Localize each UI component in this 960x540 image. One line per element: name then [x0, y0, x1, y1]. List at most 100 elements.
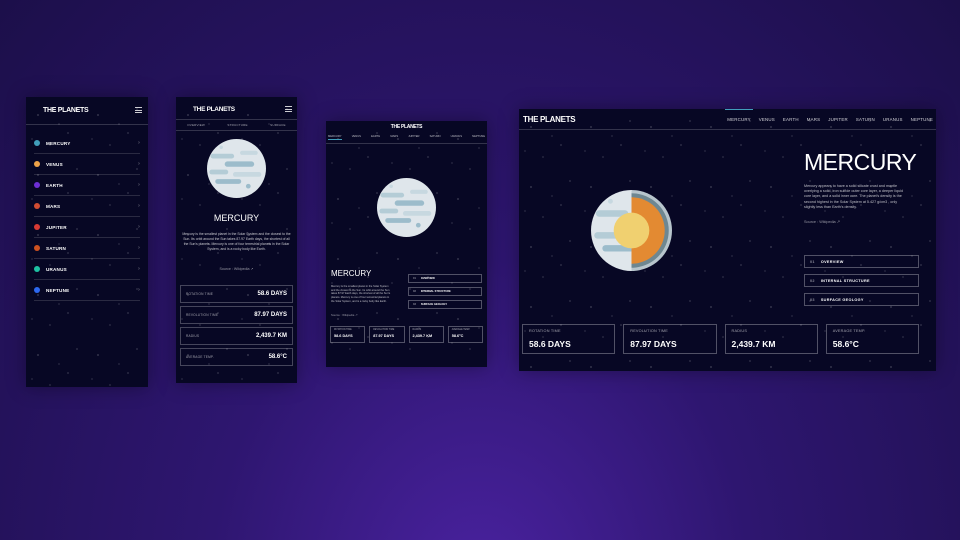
menu-item-earth[interactable]: EARTH › [34, 175, 140, 196]
nav-jupiter[interactable]: JUPITER [828, 117, 848, 122]
tablet-screen: THE PLANETS MERCURY VENUS EARTH MARS JUP… [326, 121, 487, 367]
stat-value: 58.6°C [268, 354, 287, 360]
menu-item-label: MERCURY [46, 140, 71, 146]
planet-dot-icon [34, 182, 40, 188]
menu-item-label: URANUS [46, 266, 67, 272]
planet-dot-icon [34, 161, 40, 167]
source-link[interactable]: Source : Wikipedia ↗ [176, 267, 297, 271]
stat-label: REVOLUTION TIME [630, 329, 668, 333]
app-logo[interactable]: THE PLANETS [193, 106, 235, 113]
stat-rotation: ROTATION TIME 58.6 DAYS [522, 324, 616, 354]
surface-geology-button[interactable]: 03 SURFACE GEOLOGY [408, 300, 482, 309]
nav-mars[interactable]: MARS [807, 117, 821, 122]
nav-venus[interactable]: VENUS [759, 117, 775, 122]
chevron-right-icon: › [138, 287, 140, 293]
chevron-right-icon: › [138, 266, 140, 272]
planet-dot-icon [34, 287, 40, 293]
button-label: INTERNAL STRUCTURE [820, 278, 870, 283]
menu-item-uranus[interactable]: URANUS › [34, 259, 140, 280]
source-link[interactable]: Source : Wikipedia ↗ [804, 219, 840, 224]
stat-label: RADIUS [412, 329, 422, 331]
nav-neptune[interactable]: NEPTUNE [911, 117, 933, 122]
stat-label: RADIUS [731, 329, 748, 333]
nav-uranus[interactable]: URANUS [883, 117, 903, 122]
nav-uranus[interactable]: URANUS [451, 135, 462, 140]
external-link-icon: ↗ [355, 313, 358, 317]
stat-radius: RADIUS 2,439.7 KM [408, 326, 444, 343]
mobile-menu-screen: THE PLANETS MERCURY › VENUS › EARTH › MA… [26, 97, 148, 387]
stat-value: 87.97 DAYS [630, 339, 677, 349]
menu-item-label: MARS [46, 203, 61, 209]
planet-dot-icon [34, 203, 40, 209]
planet-name: MERCURY [213, 213, 260, 223]
chevron-right-icon: › [138, 161, 140, 167]
app-logo[interactable]: THE PLANETS [43, 107, 89, 114]
app-logo[interactable]: THE PLANETS [326, 124, 487, 130]
stats-list: ROTATION TIME 58.6 DAYS REVOLUTION TIME 87… [180, 285, 293, 369]
stat-value: 87.97 DAYS [254, 312, 287, 318]
stat-temperature: AVERAGE TEMP. 58.6°C [180, 348, 293, 366]
nav-neptune[interactable]: NEPTUNE [472, 135, 485, 140]
planet-dot-icon [34, 266, 40, 272]
planet-internal-structure-image [591, 190, 672, 271]
nav-saturn[interactable]: SATURN [856, 117, 875, 122]
chevron-right-icon: › [138, 224, 140, 230]
source-link[interactable]: Source : Wikipedia ↗ [331, 313, 357, 317]
overview-button[interactable]: 01 OVERVIEW [408, 274, 482, 283]
tab-structure[interactable]: STRUCTURE [227, 123, 247, 127]
button-label: INTERNAL STRUCTURE [420, 290, 451, 293]
hamburger-icon[interactable] [135, 107, 142, 115]
mobile-tabs: OVERVIEW STRUCTURE SURFACE [176, 123, 297, 127]
stat-radius: RADIUS 2,439.7 KM [180, 327, 293, 345]
source-label: Source : Wikipedia [331, 313, 355, 317]
planet-dot-icon [34, 224, 40, 230]
hamburger-icon[interactable] [285, 106, 292, 114]
mobile-detail-screen: THE PLANETS OVERVIEW STRUCTURE SURFACE M… [176, 97, 297, 383]
button-number: 03 [413, 303, 416, 306]
stat-value: 2,439.7 KM [412, 334, 433, 338]
internal-structure-button[interactable]: 02 INTERNAL STRUCTURE [804, 274, 919, 287]
planet-description: Mercury is the smallest planet in the So… [182, 232, 291, 251]
menu-item-mercury[interactable]: MERCURY › [34, 133, 140, 154]
nav-earth[interactable]: EARTH [371, 135, 380, 140]
menu-item-saturn[interactable]: SATURN › [34, 238, 140, 259]
tab-surface[interactable]: SURFACE [270, 123, 286, 127]
stat-rotation: ROTATION TIME 58.6 DAYS [180, 285, 293, 303]
stats-row: ROTATION TIME 58.6 DAYS REVOLUTION TIME 87… [522, 324, 919, 354]
button-number: 02 [413, 290, 416, 293]
stat-value: 87.97 DAYS [373, 334, 395, 338]
menu-item-neptune[interactable]: NEPTUNE › [34, 280, 140, 301]
menu-item-jupiter[interactable]: JUPITER › [34, 217, 140, 238]
button-number: 03 [810, 297, 815, 302]
nav-mercury[interactable]: MERCURY [725, 109, 753, 122]
nav-mars[interactable]: MARS [390, 135, 398, 140]
desktop-screen: THE PLANETS MERCURY VENUS EARTH MARS JUP… [519, 109, 936, 371]
external-link-icon: ↗ [836, 220, 840, 224]
nav-saturn[interactable]: SATURN [430, 135, 441, 140]
planet-description: Mercury appears to have a solid silicate… [804, 184, 904, 209]
overview-button[interactable]: 01 OVERVIEW [804, 255, 919, 268]
menu-item-label: SATURN [46, 245, 66, 251]
nav-earth[interactable]: EARTH [783, 117, 799, 122]
chevron-right-icon: › [138, 140, 140, 146]
stat-revolution: REVOLUTION TIME 87.97 DAYS [623, 324, 717, 354]
planet-image [377, 178, 436, 237]
stat-label: RADIUS [186, 334, 200, 338]
nav-venus[interactable]: VENUS [352, 135, 361, 140]
stat-value: 58.6°C [832, 339, 859, 349]
external-link-icon: ↗ [250, 267, 254, 271]
menu-item-venus[interactable]: VENUS › [34, 154, 140, 175]
view-buttons: 01 OVERVIEW 02 INTERNAL STRUCTURE 03 SURFAC… [804, 255, 919, 312]
button-label: OVERVIEW [820, 259, 844, 264]
stat-revolution: REVOLUTION TIME 87.97 DAYS [369, 326, 405, 343]
tab-overview[interactable]: OVERVIEW [187, 123, 205, 127]
internal-structure-button[interactable]: 02 INTERNAL STRUCTURE [408, 287, 482, 296]
app-logo[interactable]: THE PLANETS [523, 115, 576, 124]
menu-item-mars[interactable]: MARS › [34, 196, 140, 217]
nav-jupiter[interactable]: JUPITER [408, 135, 419, 140]
stat-label: AVERAGE TEMP. [451, 329, 471, 331]
surface-geology-button[interactable]: 03 SURFACE GEOLOGY [804, 293, 919, 306]
stat-value: 58.6°C [451, 334, 464, 338]
menu-item-label: NEPTUNE [46, 287, 70, 293]
nav-mercury[interactable]: MERCURY [328, 135, 342, 140]
